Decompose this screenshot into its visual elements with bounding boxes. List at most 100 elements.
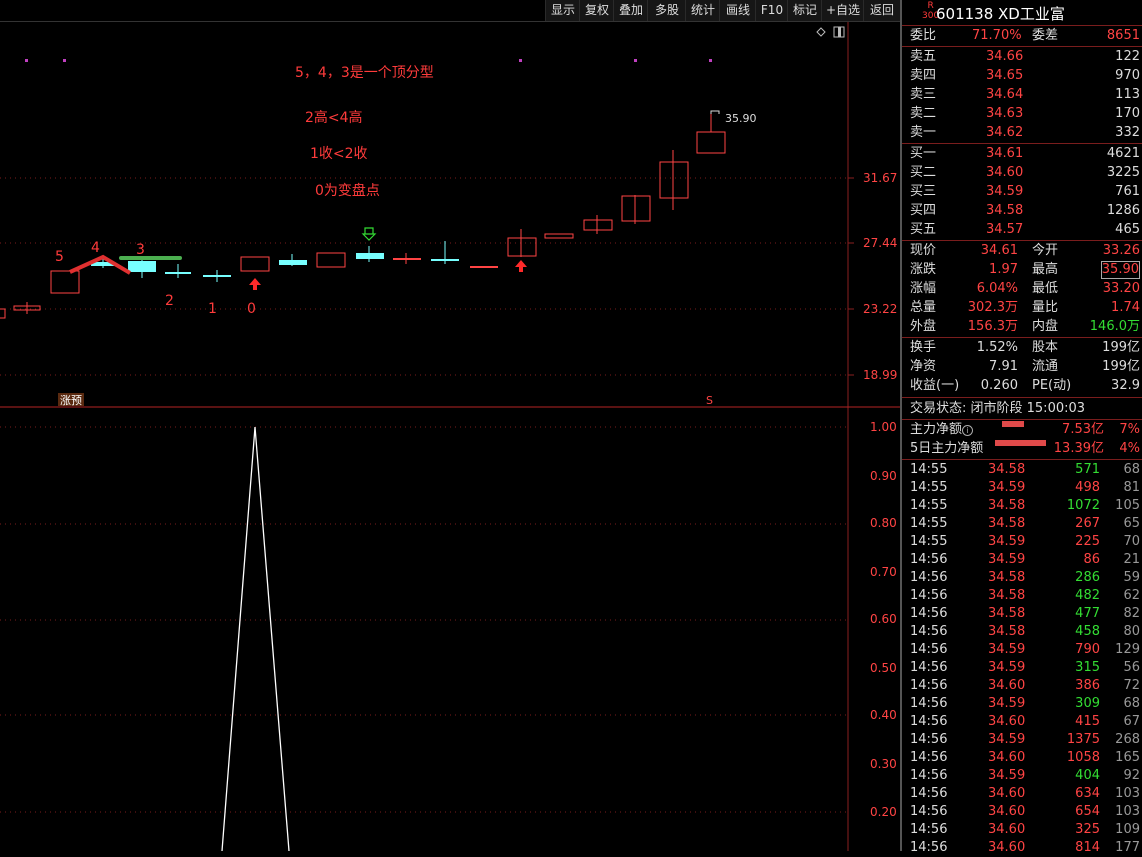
quote-value: 6.04% [976,281,1018,296]
five-day-flow-value: 13.39亿 [1053,441,1104,456]
price-tick-label: 31.67 [863,171,897,185]
weibi-row: 委比 71.70% 委差 8651 [902,27,1142,45]
tick-row: 14:56 34.59 86 21 [902,551,1142,569]
tick-price: 34.58 [988,516,1026,531]
five-day-flow-row: 5日主力净额 13.39亿 4% [902,440,1142,458]
toolbar-draw-line-button[interactable]: 画线 [719,0,756,21]
quote-row: 外盘 156.3万 内盘 146.0万 [902,318,1142,336]
tick-volume: 267 [1075,516,1100,531]
tick-price: 34.60 [988,714,1026,729]
tick-row: 14:55 34.58 1072 105 [902,497,1142,515]
tick-count: 109 [1115,822,1140,837]
chart-area[interactable]: 31.67 27.44 23.22 18.99 1.00 0.90 0.80 0… [0,22,900,852]
candle-label-3: 3 [136,242,145,258]
candle-label-5: 5 [55,249,64,265]
bid-level-row[interactable]: 买三 34.59 761 [902,183,1142,201]
bid-level-label: 买五 [910,222,937,237]
tick-row: 14:56 34.58 482 62 [902,587,1142,605]
price-axis: 31.67 27.44 23.22 18.99 [848,171,897,382]
candle-5 [50,270,80,294]
bid-level-row[interactable]: 买二 34.60 3225 [902,164,1142,182]
candle [356,253,384,259]
ask-level-row[interactable]: 卖一 34.62 332 [902,124,1142,142]
fund-value: 7.91 [989,359,1018,374]
stock-code-name[interactable]: 601138 XD工业富 [936,3,1065,24]
quote-value-2: 33.26 [1102,243,1140,258]
tick-time: 14:56 [910,786,948,801]
bid-volume: 4621 [1106,146,1140,161]
tick-price: 34.59 [988,480,1026,495]
tick-time: 14:56 [910,750,948,765]
tick-price: 34.59 [988,732,1026,747]
tick-volume: 498 [1075,480,1100,495]
ask-price: 34.65 [986,68,1024,83]
tick-row: 14:56 34.59 790 129 [902,641,1142,659]
quote-label-2: 量比 [1032,300,1059,315]
signal-dot [634,59,637,62]
bid-level-row[interactable]: 买五 34.57 465 [902,221,1142,239]
toolbar-overlay-button[interactable]: 叠加 [613,0,648,21]
ask-volume: 170 [1115,106,1140,121]
tick-row: 14:56 34.60 654 103 [902,803,1142,821]
bid-level-row[interactable]: 买一 34.61 4621 [902,145,1142,163]
toolbar-f10-button[interactable]: F10 [755,0,788,21]
kline-chart-svg[interactable]: 31.67 27.44 23.22 18.99 1.00 0.90 0.80 0… [0,22,900,852]
tick-price: 34.59 [988,696,1026,711]
bid-level-row[interactable]: 买四 34.58 1286 [902,202,1142,220]
candle [507,237,537,257]
indicator-tick-label: 0.90 [870,469,897,483]
tick-volume: 415 [1075,714,1100,729]
ask-level-row[interactable]: 卖四 34.65 970 [902,67,1142,85]
five-day-flow-bar [995,440,1046,446]
tick-count: 80 [1123,624,1140,639]
tick-time: 14:56 [910,642,948,657]
ask-volume: 332 [1115,125,1140,140]
tick-count: 68 [1123,462,1140,477]
toolbar-stats-button[interactable]: 统计 [685,0,720,21]
tick-volume: 309 [1075,696,1100,711]
fund-row: 收益(一) 0.260 PE(动) 32.9 [902,377,1142,395]
tick-time: 14:55 [910,462,948,477]
toolbar-multi-stock-button[interactable]: 多股 [647,0,686,21]
bid-volume: 3225 [1106,165,1140,180]
ask-level-row[interactable]: 卖五 34.66 122 [902,48,1142,66]
tick-volume: 286 [1075,570,1100,585]
tick-volume: 654 [1075,804,1100,819]
sell-marker: S [706,394,713,407]
fund-label-2: 股本 [1032,340,1059,355]
fund-label: 收益(一) [910,378,960,393]
ask-level-row[interactable]: 卖三 34.64 113 [902,86,1142,104]
toolbar-adjust-button[interactable]: 复权 [579,0,614,21]
fund-label: 净资 [910,359,937,374]
toolbar-add-watchlist-button[interactable]: +自选 [821,0,864,21]
tick-count: 62 [1123,588,1140,603]
info-icon[interactable]: i [962,425,973,436]
ask-volume: 122 [1115,49,1140,64]
ask-level-label: 卖四 [910,68,937,83]
toolbar-mark-button[interactable]: 标记 [787,0,822,21]
tick-count: 56 [1123,660,1140,675]
indicator-gridlines [0,426,848,813]
tick-price: 34.59 [988,534,1026,549]
candle [316,252,346,268]
tick-time: 14:56 [910,588,948,603]
toolbar-display-button[interactable]: 显示 [545,0,580,21]
tick-price: 34.60 [988,804,1026,819]
tick-time: 14:56 [910,696,948,711]
fund-label-2: 流通 [1032,359,1059,374]
weicha-label: 委差 [1032,28,1059,43]
quote-row: 涨幅 6.04% 最低 33.20 [902,280,1142,298]
price-tick-label: 23.22 [863,302,897,316]
indicator-tick-label: 0.30 [870,757,897,771]
quote-label: 总量 [910,300,937,315]
indicator-axis: 1.00 0.90 0.80 0.70 0.60 0.50 0.40 0.30 … [870,420,897,819]
diamond-icon[interactable] [816,27,826,37]
main-flow-value: 7.53亿 [1062,422,1104,437]
main-flow-bar [1002,421,1024,427]
ask-level-row[interactable]: 卖二 34.63 170 [902,105,1142,123]
toolbar-back-button[interactable]: 返回 [863,0,900,21]
fund-value: 0.260 [980,378,1018,393]
tick-time: 14:56 [910,822,948,837]
tick-count: 67 [1123,714,1140,729]
tick-row: 14:56 34.59 315 56 [902,659,1142,677]
